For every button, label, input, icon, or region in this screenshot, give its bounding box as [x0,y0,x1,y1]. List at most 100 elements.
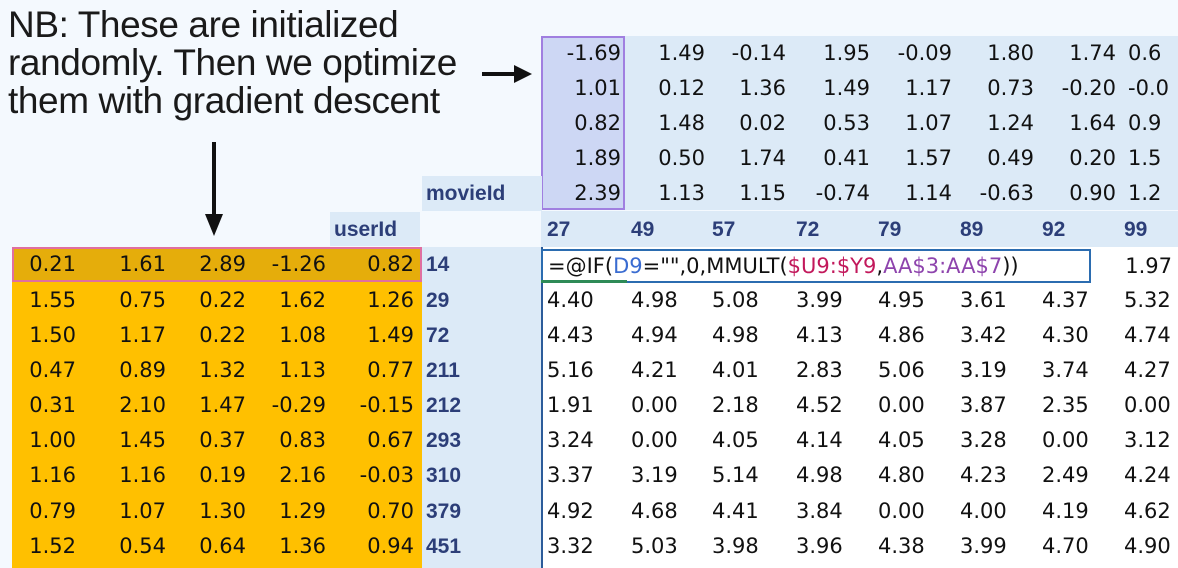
movie-latent-cell[interactable]: 0.53 [792,106,874,141]
prediction-cell[interactable]: 0.00 [631,388,709,423]
user-latent-cell[interactable]: 0.67 [338,423,418,458]
prediction-cell[interactable]: 4.30 [1042,318,1120,353]
user-latent-cell[interactable]: 1.55 [14,283,80,318]
prediction-cell[interactable]: 4.01 [712,353,790,388]
movie-latent-cell[interactable]: 0.49 [956,141,1038,176]
movie-latent-cell[interactable]: 1.5 [1120,141,1178,176]
movie-latent-cell[interactable]: -0.74 [792,176,874,211]
movie-latent-cell[interactable]: 1.49 [627,36,709,71]
prediction-cell[interactable]: 4.80 [878,458,956,493]
prediction-cell[interactable]: 4.95 [878,283,956,318]
movie-latent-cell[interactable]: 0.90 [1038,176,1120,211]
movie-latent-cell[interactable]: 1.48 [627,106,709,141]
movie-latent-cell[interactable]: 1.64 [1038,106,1120,141]
prediction-cell[interactable]: 4.98 [796,458,874,493]
user-latent-cell[interactable]: 1.61 [96,247,170,282]
prediction-cell[interactable]: 3.96 [796,529,874,564]
user-latent-cell[interactable]: 1.52 [14,529,80,564]
movie-latent-cell[interactable]: 0.02 [708,106,790,141]
user-latent-cell[interactable]: -1.26 [256,247,330,282]
prediction-cell[interactable]: 4.27 [1124,353,1178,388]
prediction-cell[interactable]: 3.87 [960,388,1038,423]
user-latent-cell[interactable]: -0.15 [338,388,418,423]
user-latent-cell[interactable]: 1.07 [96,494,170,529]
prediction-cell[interactable]: 4.98 [712,318,790,353]
user-latent-cell[interactable]: 1.17 [96,318,170,353]
prediction-cell[interactable]: 4.52 [796,388,874,423]
user-latent-cell[interactable]: 2.89 [176,247,250,282]
prediction-cell[interactable]: 0.00 [631,423,709,458]
prediction-cell[interactable]: 0.00 [1124,388,1178,423]
prediction-cell[interactable]: 4.13 [796,318,874,353]
prediction-cell[interactable]: 3.42 [960,318,1038,353]
user-latent-cell[interactable]: -0.03 [338,458,418,493]
user-latent-cell[interactable]: 0.37 [176,423,250,458]
movie-latent-cell[interactable]: 1.49 [792,71,874,106]
user-latent-cell[interactable]: 0.64 [176,529,250,564]
movie-latent-cell[interactable]: -1.69 [543,36,625,71]
prediction-cell[interactable]: 5.03 [631,529,709,564]
prediction-cell[interactable]: 4.92 [547,494,625,529]
movie-latent-cell[interactable]: 1.2 [1120,176,1178,211]
prediction-cell[interactable]: 3.28 [960,423,1038,458]
prediction-cell[interactable]: 5.16 [547,353,625,388]
prediction-cell[interactable]: 3.98 [712,529,790,564]
prediction-cell[interactable]: 2.83 [796,353,874,388]
user-latent-cell[interactable]: 0.22 [176,283,250,318]
prediction-cell[interactable]: 3.12 [1124,423,1178,458]
movie-latent-cell[interactable]: 1.14 [874,176,956,211]
user-latent-cell[interactable]: -0.29 [256,388,330,423]
user-latent-cell[interactable]: 0.79 [14,494,80,529]
movie-latent-cell[interactable]: -0.09 [874,36,956,71]
prediction-cell[interactable]: 4.94 [631,318,709,353]
movie-latent-cell[interactable]: 1.74 [708,141,790,176]
prediction-cell[interactable]: 5.06 [878,353,956,388]
user-latent-cell[interactable]: 0.21 [14,247,80,282]
prediction-cell[interactable]: 2.35 [1042,388,1120,423]
prediction-cell[interactable]: 5.08 [712,283,790,318]
prediction-cell[interactable]: 3.84 [796,494,874,529]
user-latent-cell[interactable]: 1.45 [96,423,170,458]
movie-latent-cell[interactable]: 1.07 [874,106,956,141]
user-latent-cell[interactable]: 0.22 [176,318,250,353]
user-latent-cell[interactable]: 1.50 [14,318,80,353]
user-latent-cell[interactable]: 0.82 [338,247,418,282]
user-latent-cell[interactable]: 0.77 [338,353,418,388]
prediction-cell[interactable]: 3.19 [631,458,709,493]
user-latent-cell[interactable]: 0.54 [96,529,170,564]
prediction-cell[interactable]: 3.32 [547,529,625,564]
prediction-cell[interactable]: 4.90 [1124,529,1178,564]
movie-latent-cell[interactable]: 1.13 [627,176,709,211]
user-latent-cell[interactable]: 2.16 [256,458,330,493]
prediction-cell[interactable]: 4.05 [878,423,956,458]
user-latent-cell[interactable]: 0.19 [176,458,250,493]
movie-latent-cell[interactable]: 0.82 [543,106,625,141]
movie-latent-cell[interactable]: -0.14 [708,36,790,71]
user-latent-cell[interactable]: 1.49 [338,318,418,353]
user-latent-cell[interactable]: 0.94 [338,529,418,564]
user-latent-cell[interactable]: 1.26 [338,283,418,318]
prediction-cell[interactable]: 1.97 [1096,249,1178,284]
movie-latent-cell[interactable]: -0.0 [1120,71,1178,106]
prediction-cell[interactable]: 4.41 [712,494,790,529]
prediction-cell[interactable]: 3.99 [960,529,1038,564]
prediction-cell[interactable]: 4.70 [1042,529,1120,564]
prediction-cell[interactable]: 0.00 [1042,423,1120,458]
prediction-cell[interactable]: 3.74 [1042,353,1120,388]
prediction-cell[interactable]: 4.37 [1042,283,1120,318]
user-latent-cell[interactable]: 1.29 [256,494,330,529]
prediction-cell[interactable]: 1.91 [547,388,625,423]
prediction-cell[interactable]: 4.68 [631,494,709,529]
user-latent-cell[interactable]: 1.30 [176,494,250,529]
movie-latent-cell[interactable]: 1.95 [792,36,874,71]
prediction-cell[interactable]: 0.00 [878,388,956,423]
prediction-cell[interactable]: 4.43 [547,318,625,353]
user-latent-cell[interactable]: 1.00 [14,423,80,458]
prediction-cell[interactable]: 4.98 [631,283,709,318]
movie-latent-cell[interactable]: 1.15 [708,176,790,211]
prediction-cell[interactable]: 4.38 [878,529,956,564]
user-latent-cell[interactable]: 2.10 [96,388,170,423]
movie-latent-cell[interactable]: 2.39 [543,176,625,211]
movie-latent-cell[interactable]: 1.01 [543,71,625,106]
prediction-cell[interactable]: 4.74 [1124,318,1178,353]
